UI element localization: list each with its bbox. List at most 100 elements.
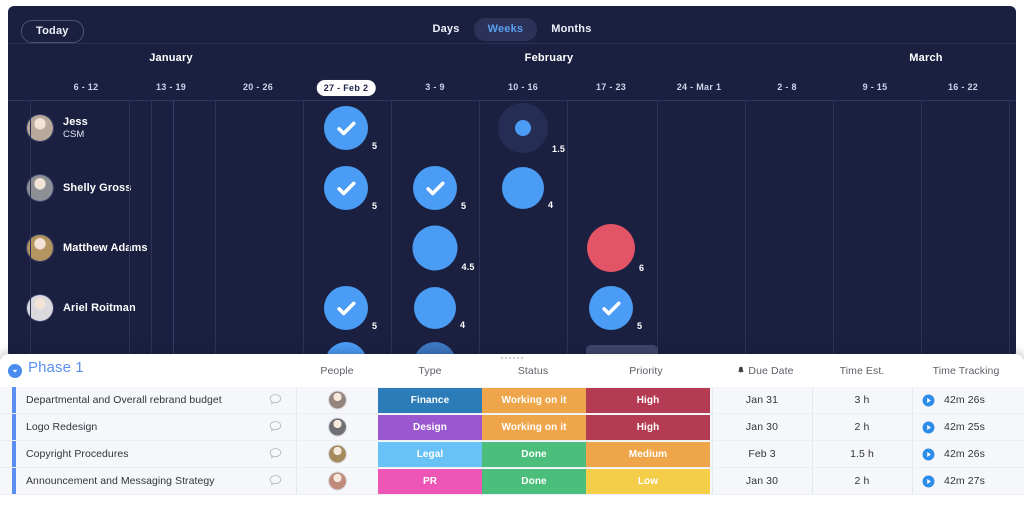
week-header-band: 6 - 12 13 - 19 20 - 26 27 - Feb 2 3 - 9 10 - … xyxy=(8,74,1016,100)
tasks-panel-header: Phase 1 People Type Status Priority Due Dat… xyxy=(0,354,1024,387)
row-avatar[interactable] xyxy=(328,444,347,464)
week-label[interactable]: 24 - Mar 1 xyxy=(670,79,729,95)
week-label-today[interactable]: 27 - Feb 2 xyxy=(315,79,377,97)
comment-icon[interactable] xyxy=(268,393,283,408)
time-tracking-cell[interactable]: 42m 27s xyxy=(922,468,985,494)
task-title: Logo Redesign xyxy=(26,421,98,433)
table-row[interactable]: Logo Redesign Design Working on it High … xyxy=(0,414,1024,441)
allocation-bubble[interactable] xyxy=(324,106,368,150)
column-header-status[interactable]: Status xyxy=(518,365,548,377)
play-icon[interactable] xyxy=(922,421,935,434)
time-estimate-cell[interactable]: 1.5 h xyxy=(812,441,912,467)
column-header-label: Type xyxy=(418,365,442,377)
priority-badge[interactable]: Medium xyxy=(586,442,710,467)
check-icon xyxy=(324,286,368,330)
week-label[interactable]: 16 - 22 xyxy=(941,79,985,95)
time-tracking-cell[interactable]: 42m 26s xyxy=(922,387,985,413)
collapse-group-icon[interactable] xyxy=(8,364,22,378)
person-row[interactable]: Ariel Roitman xyxy=(26,294,136,322)
time-tracking-cell[interactable]: 42m 26s xyxy=(922,441,985,467)
type-badge[interactable]: Legal xyxy=(378,442,482,467)
table-row[interactable]: Copyright Procedures Legal Done Medium F… xyxy=(0,441,1024,468)
play-icon[interactable] xyxy=(922,448,935,461)
time-tracking-cell[interactable]: 42m 25s xyxy=(922,414,985,440)
week-label[interactable]: 20 - 26 xyxy=(236,79,280,95)
week-label[interactable]: 2 - 8 xyxy=(770,79,804,95)
play-icon[interactable] xyxy=(922,475,935,488)
cell-divider xyxy=(296,414,297,440)
allocation-bubble[interactable] xyxy=(324,166,368,210)
week-label[interactable]: 13 - 19 xyxy=(149,79,193,95)
allocation-bubble[interactable] xyxy=(587,224,635,272)
priority-badge[interactable]: Low xyxy=(586,469,710,494)
row-avatar[interactable] xyxy=(328,390,347,410)
allocation-bubble[interactable] xyxy=(412,225,458,271)
column-header-time-tracking[interactable]: Time Tracking xyxy=(933,365,1000,377)
allocation-value: 5 xyxy=(637,321,643,331)
allocation-bubble[interactable] xyxy=(502,167,544,209)
view-mode-days[interactable]: Days xyxy=(418,18,473,41)
person-name: Matthew Adams xyxy=(63,241,148,254)
allocation-bubble[interactable] xyxy=(498,103,548,153)
person-role: CSM xyxy=(63,128,85,140)
column-header-label: People xyxy=(320,365,354,377)
grid-line xyxy=(657,101,658,356)
check-icon xyxy=(324,106,368,150)
row-avatar[interactable] xyxy=(328,417,347,437)
due-date-cell[interactable]: Feb 3 xyxy=(712,441,812,467)
allocation-value: 1.5 xyxy=(552,144,566,154)
grid-line xyxy=(129,101,130,356)
view-mode-switcher: Days Weeks Months xyxy=(8,18,1016,41)
comment-icon[interactable] xyxy=(268,420,283,435)
week-label[interactable]: 6 - 12 xyxy=(67,79,106,95)
allocation-bubble[interactable] xyxy=(324,286,368,330)
status-badge[interactable]: Done xyxy=(482,442,586,467)
comment-icon[interactable] xyxy=(268,447,283,462)
column-header-time-est[interactable]: Time Est. xyxy=(840,365,885,377)
person-row[interactable]: Jess CSM xyxy=(26,114,88,142)
week-label[interactable]: 9 - 15 xyxy=(856,79,895,95)
person-row[interactable]: Shelly Gross xyxy=(26,174,131,202)
column-header-people[interactable]: People xyxy=(320,365,353,377)
view-mode-weeks[interactable]: Weeks xyxy=(473,18,538,41)
grid-line xyxy=(833,101,834,356)
allocation-bubble[interactable] xyxy=(413,166,457,210)
priority-badge[interactable]: High xyxy=(586,415,710,440)
week-label[interactable]: 3 - 9 xyxy=(418,79,452,95)
type-badge[interactable]: Finance xyxy=(378,388,482,413)
time-estimate-cell[interactable]: 3 h xyxy=(812,387,912,413)
table-row[interactable]: Departmental and Overall rebrand budget … xyxy=(0,387,1024,414)
time-estimate-cell[interactable]: 2 h xyxy=(812,468,912,494)
time-estimate-cell[interactable]: 2 h xyxy=(812,414,912,440)
status-badge[interactable]: Working on it xyxy=(482,415,586,440)
tracked-time: 42m 26s xyxy=(944,394,985,406)
type-badge[interactable]: PR xyxy=(378,469,482,494)
type-badge[interactable]: Design xyxy=(378,415,482,440)
status-badge[interactable]: Working on it xyxy=(482,388,586,413)
table-row[interactable]: Announcement and Messaging Strategy PR D… xyxy=(0,468,1024,495)
column-header-priority[interactable]: Priority xyxy=(629,365,662,377)
due-date-cell[interactable]: Jan 30 xyxy=(712,414,812,440)
due-date-cell[interactable]: Jan 30 xyxy=(712,468,812,494)
allocation-bubble[interactable] xyxy=(414,287,456,329)
priority-badge[interactable]: High xyxy=(586,388,710,413)
week-label[interactable]: 17 - 23 xyxy=(589,79,633,95)
row-avatar[interactable] xyxy=(328,471,347,491)
timeline-panel: Today Days Weeks Months January February Mar… xyxy=(8,6,1016,358)
task-title: Copyright Procedures xyxy=(26,448,129,460)
comment-icon[interactable] xyxy=(268,474,283,489)
row-color-bar xyxy=(12,468,16,494)
due-date-cell[interactable]: Jan 31 xyxy=(712,387,812,413)
column-header-type[interactable]: Type xyxy=(418,365,441,377)
allocation-bubble[interactable] xyxy=(589,286,633,330)
grid-line xyxy=(303,101,304,356)
tracked-time: 42m 25s xyxy=(944,421,985,433)
play-icon[interactable] xyxy=(922,394,935,407)
allocation-value: 5 xyxy=(372,321,378,331)
column-header-due-date[interactable]: Due Date xyxy=(736,365,793,378)
group-title: Phase 1 xyxy=(28,359,84,376)
status-badge[interactable]: Done xyxy=(482,469,586,494)
app-root: Today Days Weeks Months January February Mar… xyxy=(0,0,1024,514)
week-label[interactable]: 10 - 16 xyxy=(501,79,545,95)
view-mode-months[interactable]: Months xyxy=(537,18,605,41)
